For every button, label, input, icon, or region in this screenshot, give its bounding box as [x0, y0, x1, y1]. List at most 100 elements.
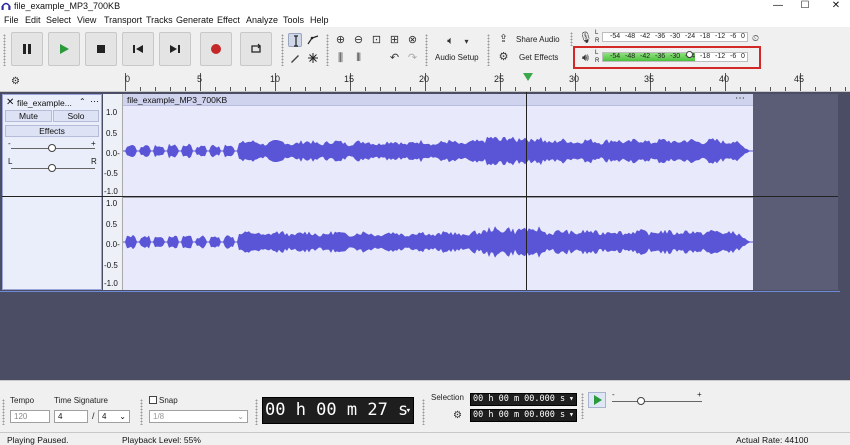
selection-label: Selection — [431, 393, 464, 402]
close-track-icon[interactable]: ✕ — [6, 97, 14, 108]
selection-tool-button[interactable] — [288, 33, 302, 47]
record-tick-54: -54 — [610, 33, 621, 40]
play-at-speed-button[interactable] — [588, 392, 606, 408]
gain-minus-label: - — [8, 139, 11, 148]
meter-options-icon[interactable]: ⏲ — [748, 31, 763, 46]
record-meter[interactable]: -54 -48 -42 -36 -30 -24 -18 -12 -6 0 — [602, 32, 748, 42]
play-button[interactable] — [48, 32, 80, 66]
empty-track-region[interactable] — [753, 94, 838, 290]
track-area[interactable]: ✕ file_example... ⌃ ⋯ Mute Solo Effects … — [0, 92, 850, 384]
snap-value: 1/8 — [153, 412, 165, 421]
multi-tool-button[interactable] — [306, 51, 320, 65]
tools-grip[interactable] — [281, 34, 284, 66]
audio-clip[interactable]: file_example_MP3_700KB ⋯ — [123, 93, 753, 290]
menu-transport[interactable]: Transport — [104, 15, 142, 25]
playhead-marker-icon[interactable] — [523, 73, 533, 81]
snap-checkbox[interactable] — [149, 396, 157, 404]
time-display[interactable]: 00 h 00 m 27 s ▾ — [262, 397, 414, 424]
redo-icon[interactable]: ↷ — [405, 51, 420, 66]
menu-tools[interactable]: Tools — [283, 15, 304, 25]
menu-generate[interactable]: Generate — [176, 15, 214, 25]
menu-analyze[interactable]: Analyze — [246, 15, 278, 25]
silence-icon[interactable]: ⫴ — [351, 51, 366, 66]
ruler-tick — [665, 87, 666, 91]
minimize-button[interactable]: — — [768, 0, 788, 13]
ruler-label-20: 20 — [419, 74, 430, 84]
fit-project-icon[interactable]: ⊞ — [387, 33, 402, 48]
bottom-toolbar: Tempo 120 Time Signature 4 / 4 ⌄ Snap 1/… — [0, 380, 850, 432]
time-signature-label: Time Signature — [54, 396, 108, 405]
play-at-speed-grip[interactable] — [581, 393, 584, 419]
toolbar-grip[interactable] — [3, 34, 6, 66]
track-selection-border — [0, 291, 840, 292]
fit-selection-icon[interactable]: ⊡ — [369, 33, 384, 48]
audio-setup-button[interactable]: 🔈︎ ▾ Audio Setup — [431, 32, 483, 66]
selection-start-field[interactable]: 00 h 00 m 00.000 s ▾ — [470, 393, 577, 406]
menu-view[interactable]: View — [77, 15, 96, 25]
gain-plus-label: + — [91, 139, 96, 148]
selection-settings-icon[interactable]: ⚙ — [450, 408, 465, 423]
clip-header[interactable]: file_example_MP3_700KB ⋯ — [123, 93, 753, 106]
play-speed-slider-track[interactable] — [612, 401, 702, 402]
audio-setup-label: Audio Setup — [435, 53, 479, 62]
ruler-tick — [620, 87, 621, 91]
time-grip[interactable] — [255, 399, 258, 425]
waveform[interactable] — [123, 106, 753, 290]
snap-select[interactable]: 1/8 ⌄ — [149, 410, 248, 423]
snap-grip[interactable] — [140, 399, 143, 425]
timeline-settings-icon[interactable]: ⚙ — [8, 74, 23, 89]
record-meter-grip[interactable] — [570, 32, 573, 46]
skip-to-end-button[interactable] — [159, 32, 191, 66]
gain-slider-thumb[interactable] — [48, 144, 56, 152]
audio-setup-grip[interactable] — [425, 34, 428, 66]
edit-grip[interactable] — [326, 34, 329, 66]
maximize-button[interactable]: ☐ — [795, 0, 815, 13]
status-playback-level: Playback Level: 55% — [122, 435, 201, 445]
selection-grip[interactable] — [422, 399, 425, 425]
share-grip[interactable] — [487, 34, 490, 66]
collapse-track-icon[interactable]: ⌃ — [79, 97, 86, 106]
solo-button[interactable]: Solo — [53, 110, 99, 122]
tempo-input[interactable]: 120 — [10, 410, 50, 423]
pan-left-label: L — [8, 157, 13, 166]
draw-tool-button[interactable] — [288, 51, 302, 65]
timesig-numerator: 4 — [58, 412, 63, 421]
track-menu-icon[interactable]: ⋯ — [90, 96, 99, 107]
close-window-button[interactable]: ✕ — [826, 0, 846, 13]
menu-edit[interactable]: Edit — [25, 15, 41, 25]
envelope-tool-button[interactable] — [306, 33, 320, 47]
menu-effect[interactable]: Effect — [217, 15, 240, 25]
timesig-denominator-select[interactable]: 4 ⌄ — [98, 410, 130, 423]
record-button[interactable] — [200, 32, 232, 66]
timesig-grip[interactable] — [2, 399, 5, 425]
trim-icon[interactable]: ⫼ — [333, 51, 348, 66]
get-effects-button[interactable]: ⚙ Get Effects — [494, 49, 566, 66]
zoom-toggle-icon[interactable]: ⊗ — [405, 33, 420, 48]
stop-button[interactable] — [85, 32, 117, 66]
menu-file[interactable]: File — [4, 15, 19, 25]
track-name[interactable]: file_example... — [17, 98, 72, 108]
clip-menu-icon[interactable]: ⋯ — [735, 93, 745, 104]
skip-to-start-button[interactable] — [122, 32, 154, 66]
effects-button[interactable]: Effects — [5, 125, 99, 137]
pan-slider-thumb[interactable] — [48, 164, 56, 172]
ruler-tick — [515, 87, 516, 91]
status-actual-rate: Actual Rate: 44100 — [736, 435, 809, 445]
zoom-out-icon[interactable]: ⊖ — [351, 33, 366, 48]
timeline-ruler[interactable]: ⚙ 0 5 10 15 20 25 30 35 40 45 — [0, 72, 850, 92]
ruler-tick — [260, 87, 261, 91]
menu-select[interactable]: Select — [46, 15, 71, 25]
loop-button[interactable] — [240, 32, 272, 66]
menu-tracks[interactable]: Tracks — [146, 15, 173, 25]
menu-help[interactable]: Help — [310, 15, 329, 25]
timesig-numerator-input[interactable]: 4 — [54, 410, 88, 423]
share-audio-button[interactable]: ⇪ Share Audio — [494, 31, 566, 48]
mute-button[interactable]: Mute — [5, 110, 52, 122]
selection-end-field[interactable]: 00 h 00 m 00.000 s ▾ — [470, 409, 577, 422]
pause-button[interactable] — [11, 32, 43, 66]
microphone-icon[interactable]: 🎙︎ — [578, 31, 593, 46]
ruler-label-15: 15 — [344, 74, 355, 84]
zoom-in-icon[interactable]: ⊕ — [333, 33, 348, 48]
undo-icon[interactable]: ↶ — [387, 51, 402, 66]
play-speed-slider-thumb[interactable] — [637, 397, 645, 405]
